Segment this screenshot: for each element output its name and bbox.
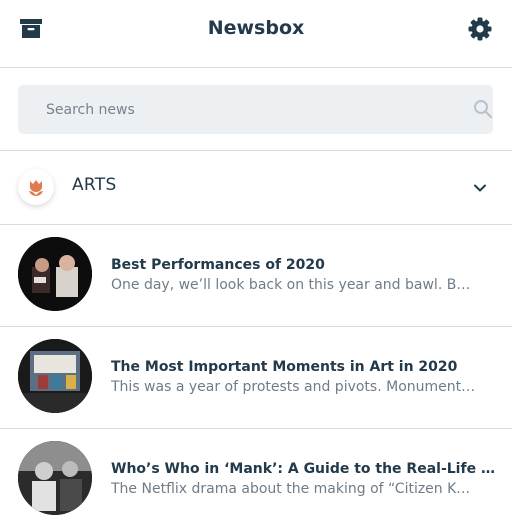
- article-title: Best Performances of 2020: [111, 257, 325, 273]
- article-thumbnail: [18, 237, 92, 311]
- search-section: [0, 68, 512, 151]
- app-title: Newsbox: [207, 17, 305, 39]
- category-badge: [18, 169, 54, 205]
- article-title: Who’s Who in ‘Mank’: A Guide to the Real…: [111, 461, 496, 477]
- article-item[interactable]: Who’s Who in ‘Mank’: A Guide to the Real…: [0, 429, 512, 531]
- article-thumbnail: [18, 339, 92, 413]
- search-box[interactable]: [18, 85, 493, 134]
- tulip-icon: [29, 180, 43, 196]
- chevron-down-icon[interactable]: [472, 180, 488, 196]
- article-title: The Most Important Moments in Art in 202…: [111, 359, 458, 375]
- article-item[interactable]: Best Performances of 2020 One day, we’ll…: [0, 225, 512, 327]
- article-thumbnail: [18, 441, 92, 515]
- category-header-arts[interactable]: ARTS: [0, 151, 512, 225]
- article-snippet: One day, we’ll look back on this year an…: [111, 277, 476, 293]
- article-item[interactable]: The Most Important Moments in Art in 202…: [0, 327, 512, 429]
- gear-icon[interactable]: [467, 16, 493, 42]
- search-input[interactable]: [46, 85, 446, 134]
- category-label: ARTS: [72, 175, 117, 195]
- article-snippet: This was a year of protests and pivots. …: [111, 379, 476, 395]
- search-icon[interactable]: [473, 99, 493, 119]
- article-snippet: The Netflix drama about the making of “C…: [111, 481, 476, 497]
- app-header: Newsbox: [0, 0, 512, 68]
